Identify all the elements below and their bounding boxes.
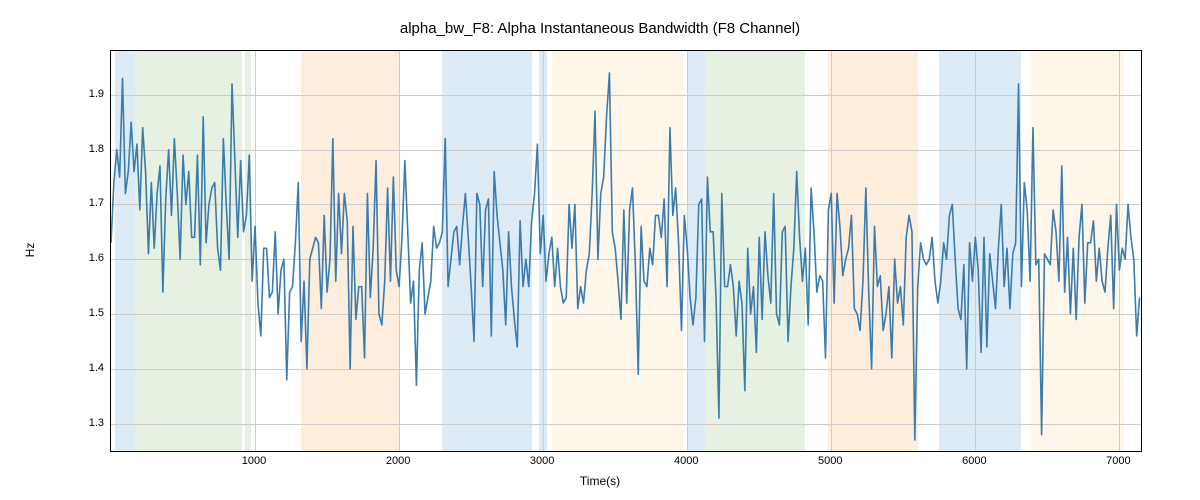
y-tick-label: 1.3: [64, 417, 104, 429]
y-tick-label: 1.6: [64, 252, 104, 264]
y-tick-label: 1.4: [64, 362, 104, 374]
chart-title: alpha_bw_F8: Alpha Instantaneous Bandwid…: [0, 20, 1200, 37]
x-tick-label: 2000: [386, 455, 410, 467]
y-axis-label: Hz: [23, 243, 37, 258]
x-tick-label: 5000: [818, 455, 842, 467]
plot-area: [110, 50, 1142, 452]
x-axis-label: Time(s): [0, 474, 1200, 488]
y-tick-label: 1.8: [64, 143, 104, 155]
x-tick-label: 3000: [530, 455, 554, 467]
x-tick-label: 4000: [674, 455, 698, 467]
x-tick-label: 1000: [242, 455, 266, 467]
y-tick-label: 1.5: [64, 307, 104, 319]
x-tick-label: 6000: [962, 455, 986, 467]
x-tick-label: 7000: [1106, 455, 1130, 467]
data-line: [111, 51, 1141, 451]
chart-container: alpha_bw_F8: Alpha Instantaneous Bandwid…: [0, 0, 1200, 500]
y-tick-label: 1.7: [64, 197, 104, 209]
y-tick-label: 1.9: [64, 88, 104, 100]
